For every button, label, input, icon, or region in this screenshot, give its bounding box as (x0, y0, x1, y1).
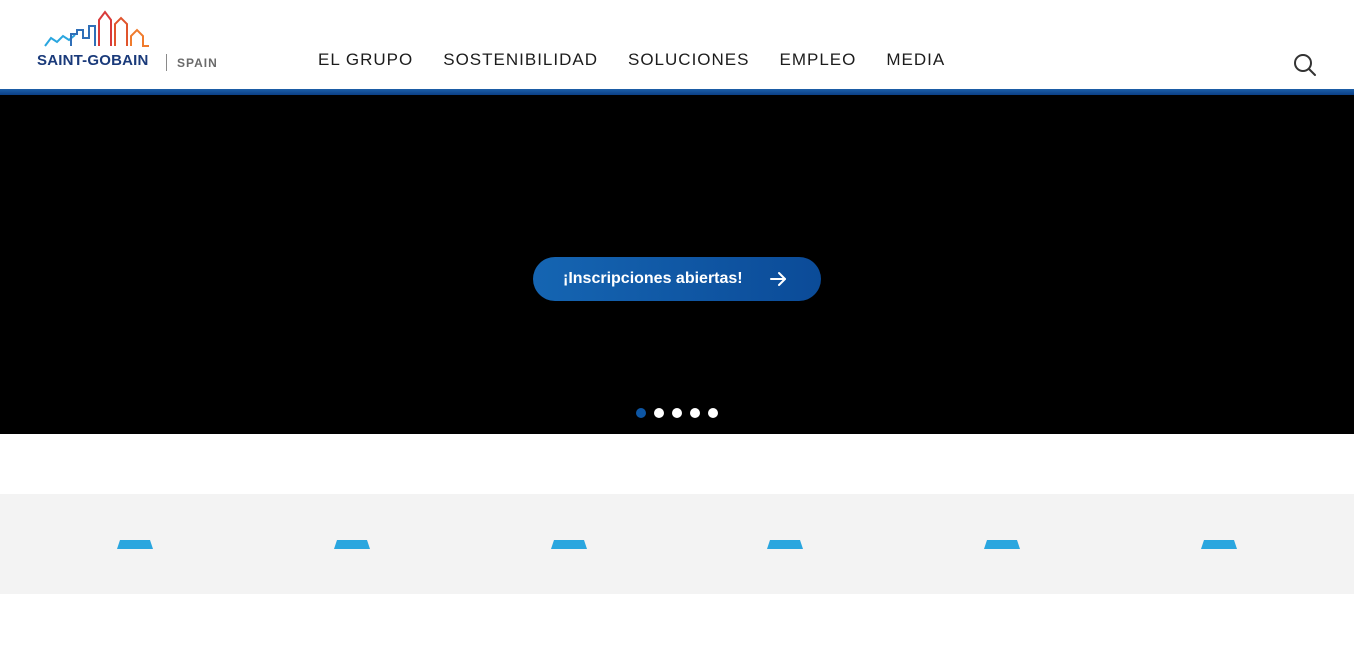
logo-wordmark: SAINT-GOBAIN (37, 52, 149, 69)
placeholder-tab-icon[interactable] (767, 540, 803, 549)
placeholder-tab-icon[interactable] (984, 540, 1020, 549)
site-header: SAINT-GOBAIN SPAIN EL GRUPO SOSTENIBILID… (0, 0, 1354, 89)
nav-item-empleo[interactable]: EMPLEO (779, 50, 856, 70)
carousel-pagination (636, 408, 718, 418)
arrow-right-icon (770, 272, 786, 286)
search-icon (1294, 54, 1316, 76)
carousel-dot-4[interactable] (690, 408, 700, 418)
feature-band (0, 494, 1354, 594)
carousel-dot-1[interactable] (636, 408, 646, 418)
hero-carousel: ¡Inscripciones abiertas! (0, 95, 1354, 434)
placeholder-tab-icon[interactable] (117, 540, 153, 549)
cta-label: ¡Inscripciones abiertas! (563, 270, 743, 287)
page-scrollbar[interactable] (1354, 0, 1366, 651)
nav-item-el-grupo[interactable]: EL GRUPO (318, 50, 413, 70)
logo-country: SPAIN (177, 56, 218, 70)
nav-item-media[interactable]: MEDIA (886, 50, 945, 70)
placeholder-tab-icon[interactable] (334, 540, 370, 549)
placeholder-tab-icon[interactable] (551, 540, 587, 549)
carousel-dot-2[interactable] (654, 408, 664, 418)
carousel-dot-3[interactable] (672, 408, 682, 418)
carousel-dot-5[interactable] (708, 408, 718, 418)
search-button[interactable] (1292, 52, 1318, 78)
city-skyline-icon (44, 10, 149, 47)
inscripciones-button[interactable]: ¡Inscripciones abiertas! (533, 257, 821, 301)
nav-item-soluciones[interactable]: SOLUCIONES (628, 50, 749, 70)
saint-gobain-logo[interactable]: SAINT-GOBAIN SPAIN (37, 8, 227, 74)
main-navigation: EL GRUPO SOSTENIBILIDAD SOLUCIONES EMPLE… (318, 50, 945, 70)
nav-item-sostenibilidad[interactable]: SOSTENIBILIDAD (443, 50, 598, 70)
logo-divider (166, 54, 167, 71)
placeholder-tab-icon[interactable] (1201, 540, 1237, 549)
